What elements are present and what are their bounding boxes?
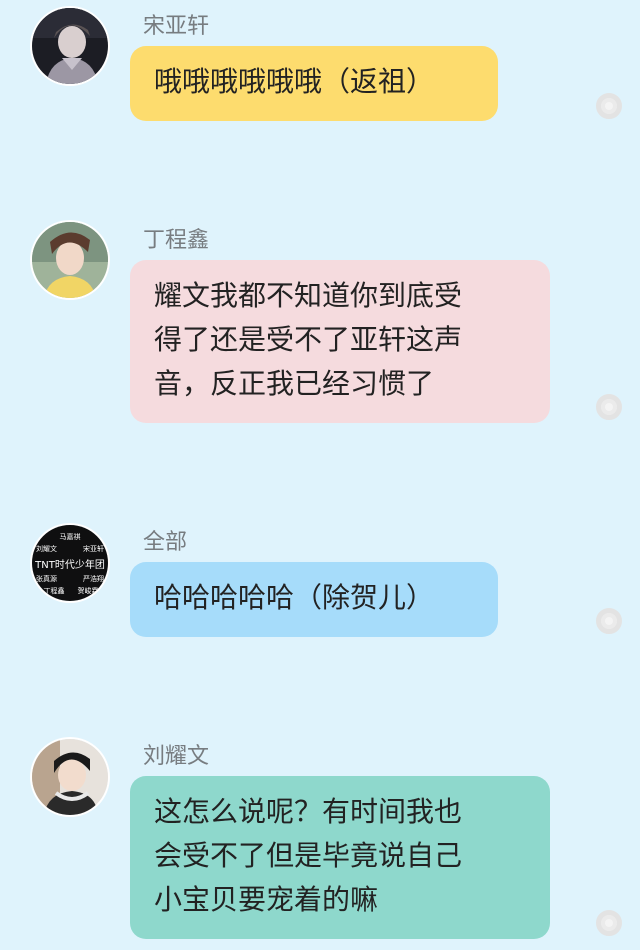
sender-name: 刘耀文 [143,744,210,769]
sender-name: 宋亚轩 [143,14,210,39]
message-bubble[interactable]: 耀文我都不知道你到底受 得了还是受不了亚轩这声 音，反正我已经习惯了 [130,260,550,423]
read-status-icon [596,608,622,634]
avatar-ding-chengxin[interactable] [32,222,108,298]
avatar-text: 丁程鑫 [44,586,65,595]
avatar-group-tnt[interactable]: 马嘉祺 刘耀文 宋亚轩 TNT时代少年团 张真源 严浩翔 丁程鑫 贺峻霖 [32,525,108,601]
avatar-text: 严浩翔 [83,574,104,583]
avatar-text: 张真源 [36,574,57,583]
message-bubble[interactable]: 哈哈哈哈哈（除贺儿） [130,562,498,637]
sender-name: 丁程鑫 [143,228,210,253]
avatar-text: TNT时代少年团 [34,558,105,571]
read-status-icon [596,93,622,119]
avatar-text: 刘耀文 [36,544,57,553]
avatar-song-yaxuan[interactable] [32,8,108,84]
read-status-icon [596,394,622,420]
sender-name: 全部 [143,530,188,555]
avatar-text: 贺峻霖 [78,586,99,595]
read-status-icon [596,910,622,936]
message-bubble[interactable]: 这怎么说呢？有时间我也 会受不了但是毕竟说自己 小宝贝要宠着的嘛 [130,776,550,939]
avatar-liu-yaowen[interactable] [32,739,108,815]
message-bubble[interactable]: 哦哦哦哦哦哦（返祖） [130,46,498,121]
avatar-text: 宋亚轩 [83,544,104,553]
avatar-text: 马嘉祺 [60,532,81,541]
